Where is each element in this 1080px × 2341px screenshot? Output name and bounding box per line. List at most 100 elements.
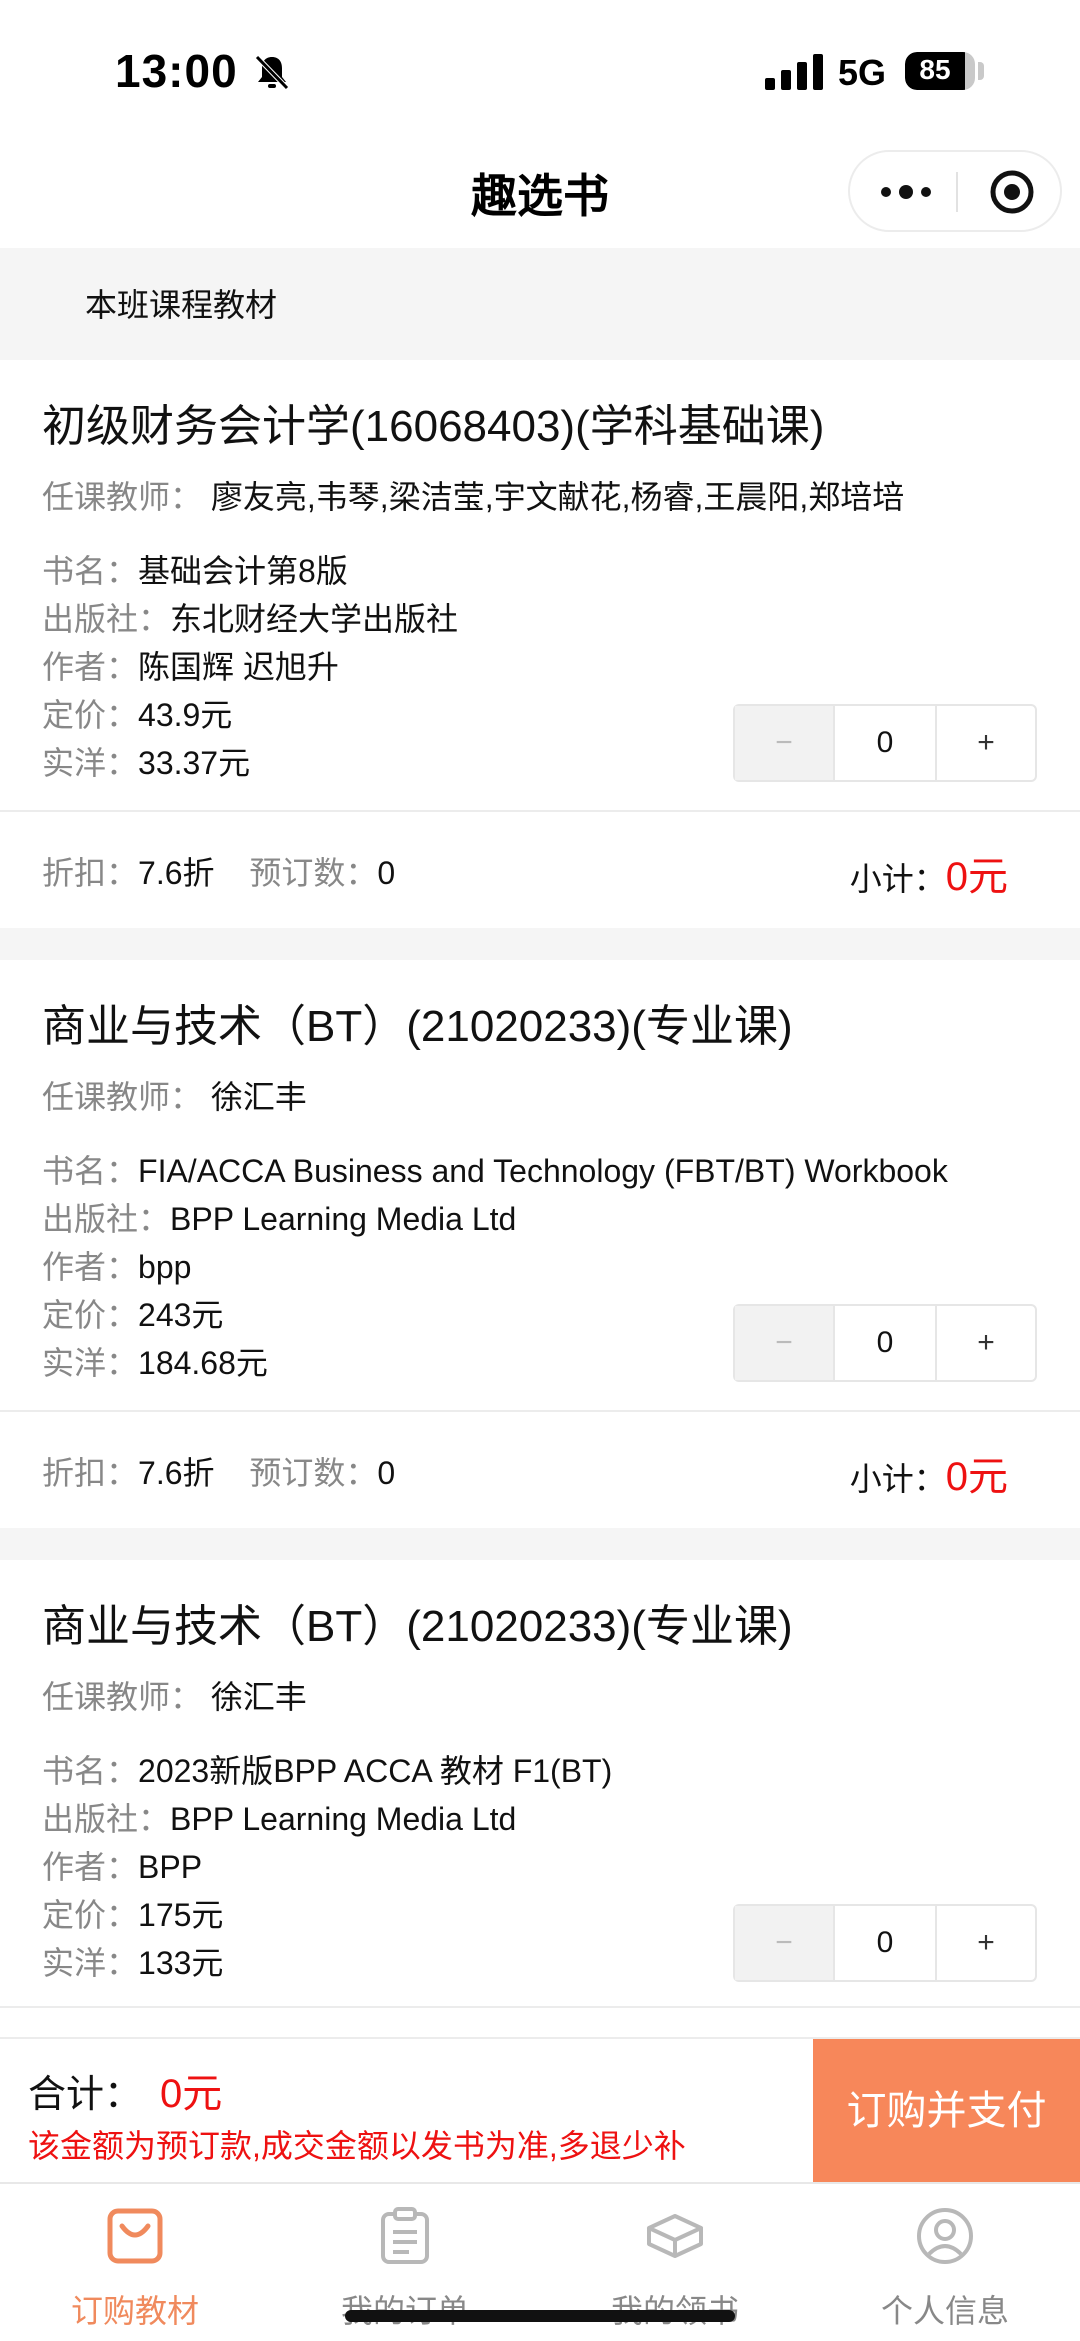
teacher-names: 廖友亮,韦琴,梁洁莹,宇文献花,杨睿,王晨阳,郑培培 — [210, 479, 905, 515]
subtotal: 小计：0元 — [850, 1444, 1008, 1502]
author: BPP — [138, 1849, 203, 1885]
signal-icon — [765, 54, 823, 90]
book-name: 基础会计第8版 — [138, 553, 348, 589]
author-label: 作者： — [42, 1249, 139, 1285]
total-label: 合计： — [28, 2074, 143, 2116]
publisher: 东北财经大学出版社 — [170, 601, 459, 637]
actual-price-label: 实洋： — [42, 745, 139, 781]
book-name: 2023新版BPP ACCA 教材 F1(BT) — [138, 1753, 613, 1789]
total-row: 合计： 0元 — [28, 2061, 222, 2119]
network-type: 5G — [838, 52, 887, 93]
book-name-row: 书名：FIA/ACCA Business and Technology (FBT… — [42, 1146, 948, 1192]
publisher: BPP Learning Media Ltd — [170, 1201, 517, 1237]
book-name-label: 书名： — [42, 1153, 139, 1189]
subtotal-label: 小计： — [849, 1461, 946, 1497]
publisher-row: 出版社：BPP Learning Media Ltd — [42, 1194, 516, 1240]
course-title: 商业与技术（BT）(21020233)(专业课) — [42, 1002, 793, 1051]
actual-price-row: 实洋：33.37元 — [42, 738, 250, 784]
course-card: 商业与技术（BT）(21020233)(专业课) 任课教师： 徐汇丰 书名：FI… — [0, 960, 1080, 1528]
list-price: 175元 — [138, 1897, 224, 1933]
card-gap — [0, 928, 1080, 960]
teacher-label: 任课教师： — [42, 1679, 203, 1715]
book-name: FIA/ACCA Business and Technology (FBT/BT… — [138, 1153, 948, 1189]
shopping-bag-icon — [107, 2208, 163, 2264]
teacher-row: 任课教师： 廖友亮,韦琴,梁洁莹,宇文献花,杨睿,王晨阳,郑培培 — [42, 472, 904, 518]
book-name-row: 书名：基础会计第8版 — [42, 546, 348, 592]
clipboard-icon — [381, 2207, 429, 2264]
quantity-value[interactable]: 0 — [835, 706, 935, 780]
discount-value: 7.6折 — [138, 1455, 215, 1491]
author-label: 作者： — [42, 1849, 139, 1885]
card-divider — [0, 810, 1080, 812]
increment-button[interactable]: + — [935, 1906, 1035, 1980]
battery-percent: 85 — [919, 54, 951, 85]
list-price-label: 定价： — [42, 697, 139, 733]
card-divider — [0, 2006, 1080, 2008]
actual-price: 133元 — [138, 1945, 224, 1981]
publisher-row: 出版社：东北财经大学出版社 — [42, 594, 458, 640]
payment-notice: 该金额为预订款,成交金额以发书为准,多退少补 — [28, 2128, 686, 2164]
author: bpp — [138, 1249, 192, 1285]
author-row: 作者：bpp — [42, 1242, 191, 1288]
publisher: BPP Learning Media Ltd — [170, 1801, 517, 1837]
list-price-label: 定价： — [42, 1897, 139, 1933]
book-name-label: 书名： — [42, 553, 139, 589]
tab-label: 我的领书 — [540, 2286, 810, 2332]
discount-label: 折扣： — [42, 855, 139, 891]
actual-price-row: 实洋：184.68元 — [42, 1338, 268, 1384]
list-price-row: 定价：243元 — [42, 1290, 223, 1336]
decrement-button[interactable]: − — [735, 1906, 835, 1980]
quantity-value[interactable]: 0 — [835, 1306, 935, 1380]
decrement-button[interactable]: − — [735, 1306, 835, 1380]
quantity-value[interactable]: 0 — [835, 1906, 935, 1980]
teacher-row: 任课教师： 徐汇丰 — [42, 1072, 307, 1118]
close-target-icon[interactable] — [988, 168, 1036, 216]
order-count-value: 0 — [377, 855, 396, 891]
capsule-divider — [956, 172, 958, 212]
author-row: 作者：陈国辉 迟旭升 — [42, 642, 339, 688]
tab-label: 订购教材 — [70, 2293, 199, 2329]
course-title: 商业与技术（BT）(21020233)(专业课) — [42, 1602, 793, 1651]
author: 陈国辉 迟旭升 — [138, 649, 339, 685]
discount-label: 折扣： — [42, 1455, 139, 1491]
checkout-bar: 合计： 0元 该金额为预订款,成交金额以发书为准,多退少补 订购并支付 — [0, 2037, 1080, 2184]
subtotal-label: 小计： — [849, 861, 946, 897]
publisher-row: 出版社：BPP Learning Media Ltd — [42, 1794, 516, 1840]
section-header: 本班课程教材 — [0, 248, 1080, 360]
order-count-value: 0 — [377, 1455, 396, 1491]
increment-button[interactable]: + — [935, 706, 1035, 780]
list-price: 43.9元 — [138, 697, 233, 733]
teacher-label: 任课教师： — [42, 1079, 203, 1115]
quantity-stepper: − 0 + — [733, 704, 1037, 782]
publisher-label: 出版社： — [42, 1201, 171, 1237]
discount-value: 7.6折 — [138, 855, 215, 891]
tab-order-books[interactable]: 订购教材 — [0, 2184, 270, 2341]
bell-muted-icon — [255, 55, 289, 90]
teacher-label: 任课教师： — [42, 479, 203, 515]
subtotal: 小计：0元 — [850, 844, 1008, 902]
miniprogram-capsule — [848, 150, 1062, 232]
subtotal-value: 0元 — [945, 855, 1008, 899]
actual-price-row: 实洋：133元 — [42, 1938, 223, 1984]
more-icon[interactable] — [878, 174, 934, 210]
quantity-stepper: − 0 + — [733, 1304, 1037, 1382]
teacher-names: 徐汇丰 — [210, 1679, 307, 1715]
list-price-label: 定价： — [42, 1297, 139, 1333]
order-and-pay-button[interactable]: 订购并支付 — [813, 2039, 1080, 2184]
battery-icon: 85 — [905, 52, 975, 90]
actual-price-label: 实洋： — [42, 1345, 139, 1381]
section-title: 本班课程教材 — [85, 287, 278, 323]
card-divider — [0, 1410, 1080, 1412]
user-icon — [917, 2208, 973, 2264]
decrement-button[interactable]: − — [735, 706, 835, 780]
increment-button[interactable]: + — [935, 1306, 1035, 1380]
status-time: 13:00 — [115, 45, 238, 97]
publisher-label: 出版社： — [42, 601, 171, 637]
tab-label: 个人信息 — [880, 2293, 1009, 2329]
tab-label: 我的订单 — [270, 2286, 540, 2332]
tab-profile[interactable]: 个人信息 — [810, 2184, 1080, 2341]
order-count-label: 预订数： — [249, 1455, 378, 1491]
list-price: 243元 — [138, 1297, 224, 1333]
actual-price: 33.37元 — [138, 745, 251, 781]
book-name-label: 书名： — [42, 1753, 139, 1789]
